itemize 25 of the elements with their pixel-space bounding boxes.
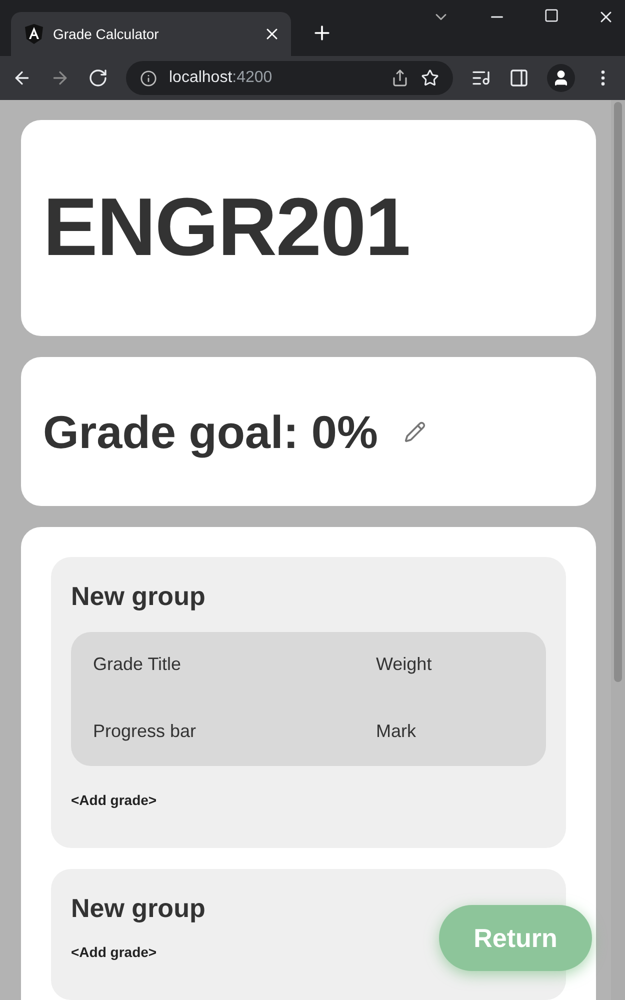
column-label: Grade Title xyxy=(93,654,182,675)
profile-avatar[interactable] xyxy=(547,64,575,92)
star-icon[interactable] xyxy=(421,69,439,87)
tab-title: Grade Calculator xyxy=(53,26,160,42)
course-title: ENGR201 xyxy=(43,181,410,276)
url-text: localhost:4200 xyxy=(169,69,274,87)
reload-icon[interactable] xyxy=(88,68,108,88)
browser-tab[interactable]: Grade Calculator xyxy=(11,12,291,56)
info-icon xyxy=(140,70,157,86)
add-grade-link[interactable]: <Add grade> xyxy=(71,944,157,960)
side-panel-icon[interactable] xyxy=(509,68,529,88)
column-label: Progress bar xyxy=(93,721,198,742)
shield-logo-icon xyxy=(25,24,43,44)
edit-icon[interactable] xyxy=(404,420,426,443)
maximize-icon[interactable] xyxy=(544,8,559,23)
column-label: Mark xyxy=(376,721,417,742)
address-bar[interactable]: localhost:4200 xyxy=(126,61,453,95)
group-title: New group xyxy=(71,893,206,924)
share-icon[interactable] xyxy=(391,69,409,87)
column-label: Weight xyxy=(376,654,433,675)
scrollbar[interactable] xyxy=(611,100,625,1000)
add-grade-link[interactable]: <Add grade> xyxy=(71,792,157,808)
group-title: New group xyxy=(71,581,206,612)
scroll-thumb[interactable] xyxy=(614,102,622,682)
grade-goal: Grade goal: 0% xyxy=(43,404,378,459)
